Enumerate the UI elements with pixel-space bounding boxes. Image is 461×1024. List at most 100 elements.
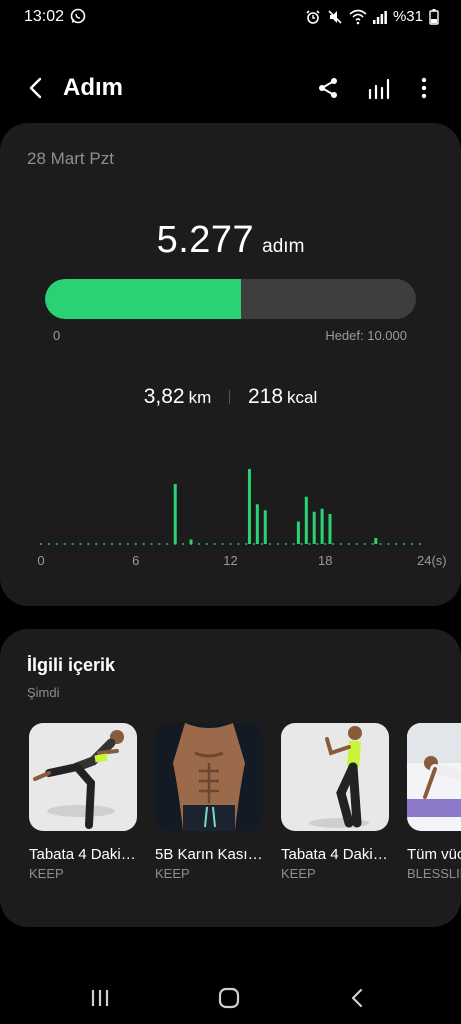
calories-unit: kcal xyxy=(287,388,318,407)
related-content-card: İlgili içerik Şimdi Tabata 4 Dakikalık İ… xyxy=(0,629,461,927)
chart-baseline-dot xyxy=(363,542,366,546)
related-item-source: KEEP xyxy=(29,866,64,881)
related-item-title: Tabata 4 Dakikalık İleri... xyxy=(29,846,137,863)
alarm-icon xyxy=(306,9,320,24)
battery-icon xyxy=(429,8,439,25)
related-item-tabata-advanced[interactable]: Tabata 4 Dakikalık İleri... KEEP xyxy=(29,723,137,881)
chart-baseline-dot xyxy=(355,542,358,546)
chart-bar xyxy=(255,504,259,544)
related-item-title: 5B Karın Kası Egzersizi xyxy=(155,846,263,863)
chart-baseline-dot xyxy=(260,542,264,546)
chart-baseline-dot xyxy=(118,542,122,546)
wifi-icon xyxy=(349,9,367,24)
workout-thumbnail xyxy=(155,723,263,831)
hourly-steps-chart[interactable]: 0 6 12 18 24(s) xyxy=(0,463,461,583)
chart-x-tick-label: 6 xyxy=(132,553,139,568)
related-item-tabata-beginner[interactable]: Tabata 4 Dakikalık Baş... KEEP xyxy=(281,723,389,881)
more-vertical-icon[interactable] xyxy=(410,74,438,102)
chart-baseline-dot xyxy=(403,542,406,546)
chart-baseline-dot xyxy=(245,542,248,546)
related-item-title: Tabata 4 Dakikalık Baş... xyxy=(281,846,389,863)
whatsapp-icon xyxy=(70,8,86,24)
chart-baseline-dot xyxy=(213,542,216,546)
chart-baseline-dot xyxy=(205,542,208,546)
chart-baseline-dot xyxy=(347,542,351,546)
chart-baseline-dot xyxy=(332,542,335,546)
workout-thumbnail xyxy=(407,723,461,831)
back-nav-icon[interactable] xyxy=(346,986,370,1010)
chart-baseline-dot xyxy=(379,542,382,546)
chart-baseline-dot xyxy=(316,542,319,546)
chart-bar xyxy=(320,508,324,544)
chart-baseline-dot xyxy=(103,542,106,546)
stats-divider xyxy=(229,390,231,405)
related-title: İlgili içerik xyxy=(27,655,116,675)
chart-x-tick-label: 0 xyxy=(37,553,44,568)
related-carousel[interactable]: Tabata 4 Dakikalık İleri... KEEP 5B Karı… xyxy=(29,723,461,913)
chart-baseline-dot xyxy=(79,542,82,546)
chart-baseline-dot xyxy=(150,542,153,546)
distance-unit: km xyxy=(188,388,212,407)
progress-fill xyxy=(45,279,241,319)
chart-baseline-dot xyxy=(229,542,232,546)
chart-baseline-dot xyxy=(95,542,98,546)
chart-bar xyxy=(374,538,378,544)
chart-baseline-dot xyxy=(284,542,287,546)
chart-bar xyxy=(296,521,300,544)
chart-baseline-dot xyxy=(253,542,256,546)
date-label: 28 Mart Pzt xyxy=(27,149,114,168)
workout-thumbnail xyxy=(281,723,389,831)
steps-unit: adım xyxy=(262,236,305,257)
status-time: 13:02 xyxy=(24,8,65,25)
related-item-title: Tüm vücut esneme xyxy=(407,846,461,863)
chart-x-tick-label: 18 xyxy=(318,553,332,568)
share-icon[interactable] xyxy=(314,74,342,102)
steps-value: 5.277 xyxy=(156,219,255,261)
back-arrow-icon[interactable] xyxy=(22,74,50,102)
workout-thumbnail xyxy=(29,723,137,831)
related-item-source: KEEP xyxy=(155,866,190,881)
chart-baseline-dot xyxy=(268,542,272,546)
bar-chart-icon[interactable] xyxy=(366,74,394,102)
chart-baseline-dot xyxy=(142,542,145,546)
chart-baseline-dot xyxy=(371,542,374,546)
related-item-abs-workout[interactable]: 5B Karın Kası Egzersizi KEEP xyxy=(155,723,263,881)
chart-baseline-dot xyxy=(197,542,201,546)
system-nav-bar xyxy=(0,972,461,1024)
calories-value: 218 xyxy=(247,385,284,408)
chart-bar xyxy=(328,514,332,544)
chart-baseline-dot xyxy=(126,542,129,546)
chart-baseline-dot xyxy=(300,542,303,546)
chart-baseline-dot xyxy=(308,542,311,546)
chart-x-tick-label: 12 xyxy=(223,553,237,568)
chart-baseline-dot xyxy=(418,542,422,546)
chart-baseline-dot xyxy=(276,542,279,546)
chart-baseline-dot xyxy=(71,542,74,546)
chart-baseline-dot xyxy=(158,542,161,546)
app-header: Adım xyxy=(0,60,461,116)
chart-baseline-dot xyxy=(339,542,343,546)
chart-baseline-dot xyxy=(221,542,224,546)
chart-baseline-dot xyxy=(292,542,295,546)
chart-baseline-dot xyxy=(87,542,90,546)
steps-count: 5.277 adım xyxy=(0,219,461,262)
chart-baseline-dot xyxy=(55,542,58,546)
recent-apps-icon[interactable] xyxy=(88,986,112,1010)
chart-bar xyxy=(173,484,177,544)
chart-baseline-dot xyxy=(324,542,327,546)
related-item-full-body-stretch[interactable]: Tüm vücut esneme BLESSLIF xyxy=(407,723,461,881)
chart-bar xyxy=(304,496,308,544)
home-icon[interactable] xyxy=(217,986,241,1010)
chart-baseline-dot xyxy=(110,542,114,546)
related-subtitle: Şimdi xyxy=(27,685,60,700)
chart-bar xyxy=(189,539,193,544)
progress-start-label: 0 xyxy=(53,328,61,343)
chart-baseline-dot xyxy=(47,542,50,546)
signal-icon xyxy=(372,10,387,24)
chart-baseline-dot xyxy=(134,542,137,546)
progress-bar xyxy=(45,279,416,319)
steps-card[interactable]: 28 Mart Pzt 5.277 adım 0 Hedef: 10.000 3,… xyxy=(0,123,461,606)
mute-icon xyxy=(328,9,342,24)
chart-baseline-dot xyxy=(166,542,169,546)
chart-bar xyxy=(247,469,251,544)
